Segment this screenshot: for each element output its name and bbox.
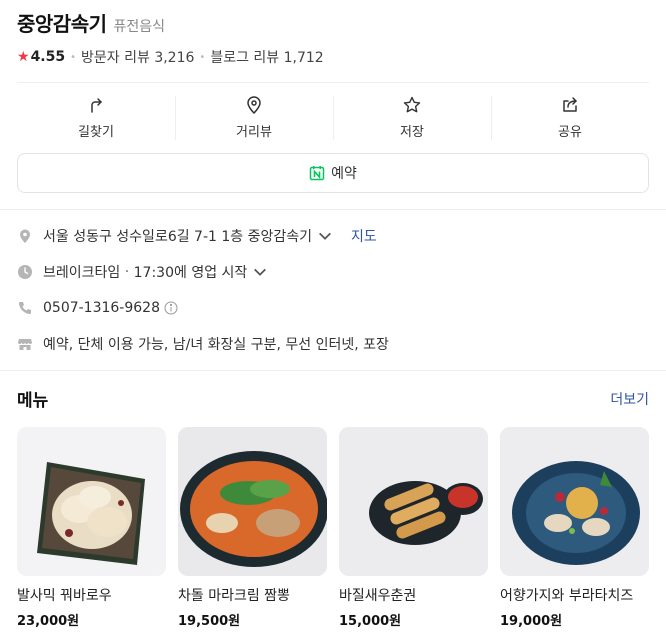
street-view-label: 거리뷰: [236, 124, 272, 140]
chevron-down-icon[interactable]: [252, 264, 268, 280]
location-pin-icon: [247, 95, 261, 114]
separator-dot: •: [70, 51, 77, 63]
phone-text: 0507-1316-9628: [43, 299, 160, 316]
divider: [17, 82, 649, 83]
address-text: 서울 성동구 성수일로6길 7-1 1층 중앙감속기: [43, 228, 313, 245]
place-title: 중앙감속기: [17, 12, 107, 36]
star-outline-icon: [403, 96, 421, 112]
menu-title: 메뉴: [17, 391, 49, 411]
menu-item-price: 23,000원: [17, 614, 80, 629]
place-stats: ★ 4.55 • 방문자 리뷰 3,216 • 블로그 리뷰 1,712: [17, 48, 649, 66]
menu-item-name: 어향가지와 부라타치즈: [500, 588, 634, 604]
menu-item[interactable]: 발사믹 꿔바로우 23,000원: [17, 427, 166, 629]
divider: [0, 370, 666, 371]
menu-item-price: 19,500원: [178, 614, 241, 629]
map-link[interactable]: 지도: [351, 226, 377, 246]
divider: [0, 209, 666, 210]
naver-calendar-icon: [309, 166, 325, 181]
menu-item-name: 차돌 마라크림 짬뽕: [178, 588, 290, 604]
menu-photo-1: [17, 427, 166, 576]
menu-item-price: 15,000원: [339, 614, 402, 629]
menu-photo-4: [500, 427, 649, 576]
share-label: 공유: [558, 124, 582, 140]
blog-reviews-link[interactable]: 블로그 리뷰 1,712: [210, 47, 323, 67]
action-bar: 길찾기 거리뷰 저장 공유: [17, 88, 649, 146]
visitor-reviews-link[interactable]: 방문자 리뷰 3,216: [81, 47, 194, 67]
clock-icon: [18, 264, 32, 279]
save-button[interactable]: 저장: [333, 88, 491, 146]
rating-value: 4.55: [30, 49, 66, 65]
star-icon: ★: [17, 49, 30, 65]
amenities-text: 예약, 단체 이용 가능, 남/녀 화장실 구분, 무선 인터넷, 포장: [43, 336, 389, 353]
chevron-down-icon[interactable]: [317, 228, 333, 244]
store-icon: [18, 338, 32, 350]
menu-item-price: 19,000원: [500, 614, 563, 629]
street-view-button[interactable]: 거리뷰: [175, 88, 333, 146]
menu-more-link[interactable]: 더보기: [610, 389, 649, 409]
hours-status: 브레이크타임: [43, 264, 121, 281]
separator-dot: ·: [120, 263, 134, 280]
menu-list: 발사믹 꿔바로우 23,000원 차돌 마라크림 짬뽕 19,500원 바질새우…: [17, 427, 649, 629]
place-header: 중앙감속기 퓨전음식 ★ 4.55 • 방문자 리뷰 3,216 • 블로그 리…: [17, 8, 649, 66]
separator-dot: •: [199, 51, 206, 63]
share-icon: [563, 96, 577, 112]
menu-item[interactable]: 바질새우춘권 15,000원: [339, 427, 488, 629]
info-icon[interactable]: [164, 301, 178, 315]
hours-detail: 17:30에 영업 시작: [133, 264, 248, 281]
directions-icon: [91, 97, 102, 113]
reserve-button[interactable]: 예약: [17, 153, 649, 193]
address-row: 서울 성동구 성수일로6길 7-1 1층 중앙감속기 지도: [17, 222, 649, 249]
phone-row: 0507-1316-9628: [17, 294, 649, 321]
menu-item[interactable]: 어향가지와 부라타치즈 19,000원: [500, 427, 649, 629]
menu-item-name: 바질새우춘권: [339, 588, 417, 604]
menu-header: 메뉴 더보기: [17, 386, 649, 411]
directions-label: 길찾기: [78, 124, 114, 140]
save-label: 저장: [400, 124, 424, 140]
menu-photo-3: [339, 427, 488, 576]
menu-item[interactable]: 차돌 마라크림 짬뽕 19,500원: [178, 427, 327, 629]
amenities-row: 예약, 단체 이용 가능, 남/녀 화장실 구분, 무선 인터넷, 포장: [17, 330, 649, 357]
place-info: 서울 성동구 성수일로6길 7-1 1층 중앙감속기 지도 브레이크타임 · 1…: [17, 222, 649, 366]
share-button[interactable]: 공유: [491, 88, 649, 146]
directions-button[interactable]: 길찾기: [17, 88, 175, 146]
location-pin-icon: [20, 229, 30, 243]
menu-photo-2: [178, 427, 327, 576]
hours-row: 브레이크타임 · 17:30에 영업 시작: [17, 258, 649, 285]
place-category: 퓨전음식: [113, 19, 166, 35]
reserve-label: 예약: [331, 166, 357, 182]
phone-icon: [19, 301, 31, 314]
menu-item-name: 발사믹 꿔바로우: [17, 588, 112, 604]
